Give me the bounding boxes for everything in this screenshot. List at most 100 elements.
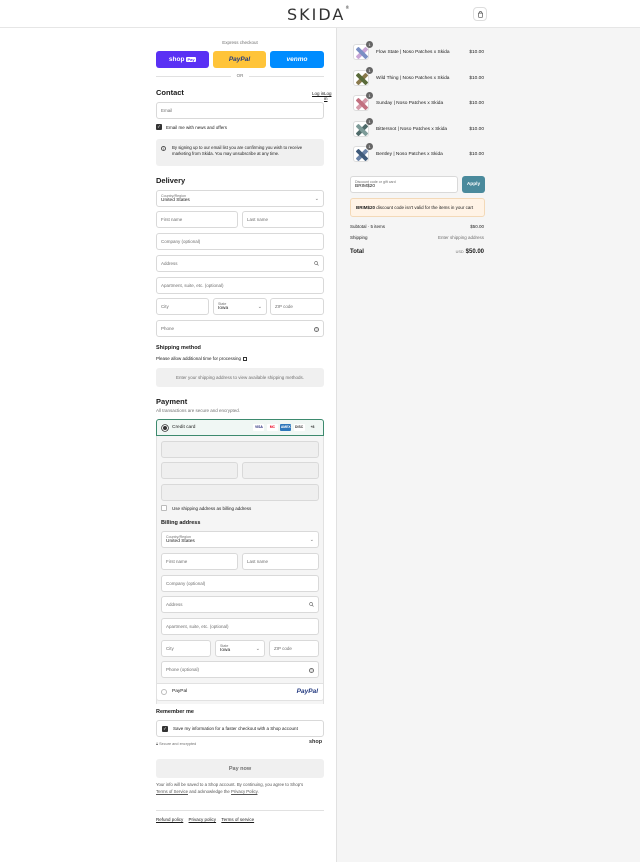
billing-company-field[interactable]: Company (optional) — [161, 575, 319, 592]
billing-last-name-field[interactable]: Last name — [242, 553, 319, 570]
billing-address-field[interactable]: Address — [161, 596, 319, 613]
pay-now-button[interactable]: Pay now — [156, 759, 324, 778]
billing-country-select[interactable]: Country/Region United States ⌄ — [161, 531, 319, 548]
venmo-button[interactable]: venmo — [270, 51, 324, 68]
product-price: $10.00 — [469, 101, 484, 106]
shop-pay-label: shop — [168, 56, 185, 63]
newsletter-label: Email me with news and offers — [166, 124, 227, 130]
use-shipping-checkbox[interactable] — [161, 505, 167, 511]
shop-pay-button[interactable]: shop Pay — [156, 51, 209, 68]
paypal-express-button[interactable]: PayPal — [213, 51, 266, 68]
last-name-field[interactable]: Last name — [242, 211, 324, 228]
save-info-option[interactable]: ✓ Save my information for a faster check… — [156, 720, 324, 737]
newsletter-checkbox[interactable]: ✓ — [156, 124, 162, 130]
company-field[interactable]: Company (optional) — [156, 233, 324, 250]
remember-me-heading: Remember me — [156, 709, 194, 715]
info-icon: i — [161, 146, 166, 151]
product-price: $10.00 — [469, 50, 484, 55]
log-in-link[interactable]: Log in — [312, 91, 324, 96]
currency-code: USD — [455, 250, 464, 254]
billing-zip-field[interactable]: ZIP code — [269, 640, 319, 657]
total-value: USD $50.00 — [455, 249, 484, 255]
email-field[interactable]: Email — [156, 102, 324, 119]
payment-heading: Payment — [156, 397, 188, 406]
skida-logo[interactable]: SKIDA® — [287, 5, 351, 24]
billing-apartment-field[interactable]: Apartment, suite, etc. (optional) — [161, 618, 319, 635]
product-name: Bentley | Noso Patches x Skida — [376, 152, 443, 157]
visa-icon: VISA — [253, 424, 265, 431]
credit-card-option[interactable]: Credit card VISA MC AMEX DISC +8 — [156, 419, 324, 436]
product-name: Wild Thing | Noso Patches x Skida — [376, 75, 450, 81]
billing-first-name-field[interactable]: First name — [161, 553, 238, 570]
total-label: Total — [350, 249, 364, 255]
product-price: $10.00 — [469, 75, 484, 81]
state-select[interactable]: State Iowa ⌄ — [213, 298, 267, 315]
refund-policy-link[interactable]: Refund policy — [156, 817, 183, 822]
apply-button[interactable]: Apply — [462, 176, 485, 193]
lock-icon: 🔒︎ — [156, 742, 159, 746]
save-info-checkbox[interactable]: ✓ — [162, 725, 168, 732]
terms-link[interactable]: Terms of Service — [156, 789, 188, 794]
card-name-field[interactable] — [161, 484, 319, 501]
shop-legal-text: Your info will be saved to a Shop accoun… — [156, 782, 304, 794]
site-header: SKIDA® — [0, 0, 640, 28]
paypal-option[interactable]: PayPal PayPal — [156, 683, 324, 701]
quantity-badge: 1 — [366, 66, 373, 74]
logo-text: SKIDA — [287, 5, 346, 24]
quantity-badge: 1 — [366, 117, 373, 125]
card-brand-icons: VISA MC AMEX DISC +8 — [252, 424, 318, 431]
address-field[interactable]: Address — [156, 255, 324, 272]
discover-icon: DISC — [293, 424, 305, 431]
shopping-bag-icon[interactable] — [473, 7, 487, 21]
chevron-down-icon: ⌄ — [255, 646, 260, 652]
chevron-down-icon: ⌄ — [314, 196, 319, 202]
discount-error: BRIM$20 discount code isn't valid for th… — [350, 198, 485, 217]
help-icon[interactable]: ? — [309, 668, 314, 673]
amex-icon: AMEX — [280, 424, 292, 431]
credit-card-radio[interactable] — [162, 425, 168, 431]
card-cvv-field[interactable] — [242, 462, 319, 479]
delivery-heading: Delivery — [156, 176, 186, 185]
card-number-field[interactable] — [161, 441, 319, 458]
phone-field[interactable]: Phone ? — [156, 320, 324, 337]
use-shipping-label: Use shipping address as billing address — [172, 505, 252, 511]
more-cards-badge: +8 — [310, 425, 315, 429]
credit-card-label: Credit card — [172, 425, 196, 430]
express-checkout-title: Express checkout — [222, 40, 258, 45]
search-icon — [309, 602, 314, 609]
terms-of-service-link[interactable]: Terms of service — [221, 817, 254, 822]
shipping-value: Enter shipping address — [437, 235, 484, 240]
zip-field[interactable]: ZIP code — [270, 298, 324, 315]
newsletter-option[interactable]: ✓ Email me with news and offers — [156, 124, 227, 130]
save-info-label: Save my information for a faster checkou… — [173, 726, 298, 731]
card-expiry-field[interactable] — [161, 462, 238, 479]
shop-logo: shop — [309, 739, 323, 745]
first-name-field[interactable]: First name — [156, 211, 238, 228]
city-field[interactable]: City — [156, 298, 209, 315]
calendar-icon — [243, 356, 248, 361]
shop-pay-badge: Pay — [185, 57, 197, 62]
billing-state-select[interactable]: State Iowa ⌄ — [215, 640, 265, 657]
country-select[interactable]: Country/Region United States ⌄ — [156, 190, 324, 207]
privacy-policy-link[interactable]: Privacy policy — [189, 817, 217, 822]
subtotal-value: $50.00 — [470, 224, 484, 229]
billing-phone-field[interactable]: Phone (optional) ? — [161, 661, 319, 678]
quantity-badge: 1 — [366, 41, 373, 48]
help-icon[interactable]: ? — [314, 327, 319, 332]
or-label: OR — [231, 73, 249, 79]
paypal-radio[interactable] — [161, 689, 167, 695]
venmo-label: venmo — [286, 56, 308, 63]
use-shipping-option[interactable]: Use shipping address as billing address — [161, 505, 251, 511]
product-name: Bittersnot | Noso Patches x Skida — [376, 126, 448, 132]
subtotal-label: Subtotal · 5 items — [350, 224, 386, 229]
search-icon — [314, 261, 319, 268]
checkout-form-column: Express checkout shop Pay PayPal venmo O… — [0, 28, 336, 862]
apartment-field[interactable]: Apartment, suite, etc. (optional) — [156, 277, 324, 294]
quantity-badge: 1 — [366, 143, 373, 150]
error-text: discount code isn't valid for the items … — [376, 205, 474, 210]
billing-city-field[interactable]: City — [161, 640, 211, 657]
payment-subtitle: All transactions are secure and encrypte… — [156, 408, 241, 413]
registered-mark: ® — [345, 5, 352, 10]
discount-field[interactable]: Discount code or gift card BRIM$20 — [350, 176, 458, 193]
privacy-link[interactable]: Privacy Policy — [231, 789, 257, 794]
